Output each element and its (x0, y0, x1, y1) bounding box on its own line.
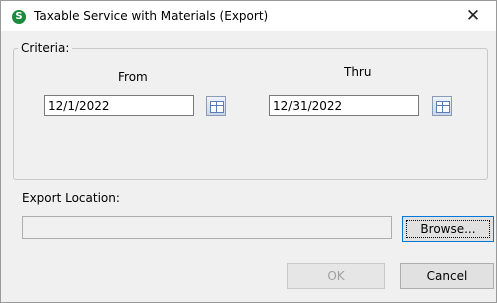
calendar-icon (436, 101, 450, 113)
browse-button-label: Browse... (420, 222, 476, 236)
title-bar: S Taxable Service with Materials (Export… (1, 1, 496, 31)
export-location-label: Export Location: (22, 191, 120, 205)
criteria-legend: Criteria: (18, 41, 73, 55)
export-dialog: S Taxable Service with Materials (Export… (0, 0, 497, 303)
window-title: Taxable Service with Materials (Export) (34, 9, 269, 23)
cancel-button[interactable]: Cancel (400, 263, 494, 289)
ok-button[interactable]: OK (287, 263, 385, 289)
thru-calendar-button[interactable] (432, 96, 452, 116)
export-location-field[interactable] (22, 216, 392, 239)
from-label: From (118, 70, 148, 84)
from-date-input[interactable] (44, 95, 194, 116)
close-button[interactable]: ✕ (450, 1, 496, 31)
thru-label: Thru (344, 65, 372, 79)
app-icon: S (12, 10, 26, 24)
browse-button[interactable]: Browse... (402, 216, 494, 242)
from-calendar-button[interactable] (206, 96, 226, 116)
calendar-icon (210, 101, 224, 113)
thru-date-input[interactable] (269, 95, 419, 116)
